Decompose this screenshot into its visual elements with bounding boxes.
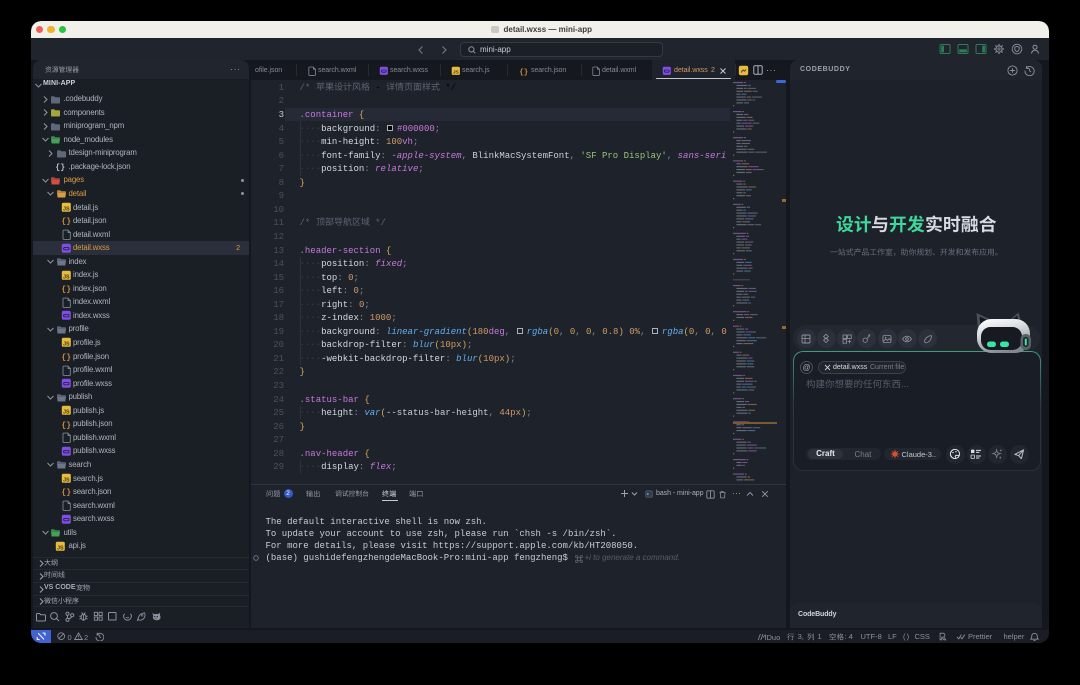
svg-text:{}: {}: [61, 286, 71, 294]
svg-text:{}: {}: [61, 218, 71, 226]
svg-text:JS: JS: [63, 274, 70, 280]
svg-text:JS: JS: [63, 206, 70, 212]
svg-text:{}: {}: [55, 164, 65, 172]
svg-text:{}: {}: [61, 421, 71, 429]
svg-text:JS: JS: [63, 342, 70, 348]
svg-text:JS: JS: [453, 69, 460, 75]
svg-text:{}: {}: [61, 354, 71, 362]
svg-text:{}: {}: [61, 489, 71, 497]
svg-text:JS: JS: [57, 545, 64, 551]
svg-text:{}: {}: [519, 68, 528, 75]
svg-text:JS: JS: [63, 477, 70, 483]
svg-text:JS: JS: [63, 409, 70, 415]
